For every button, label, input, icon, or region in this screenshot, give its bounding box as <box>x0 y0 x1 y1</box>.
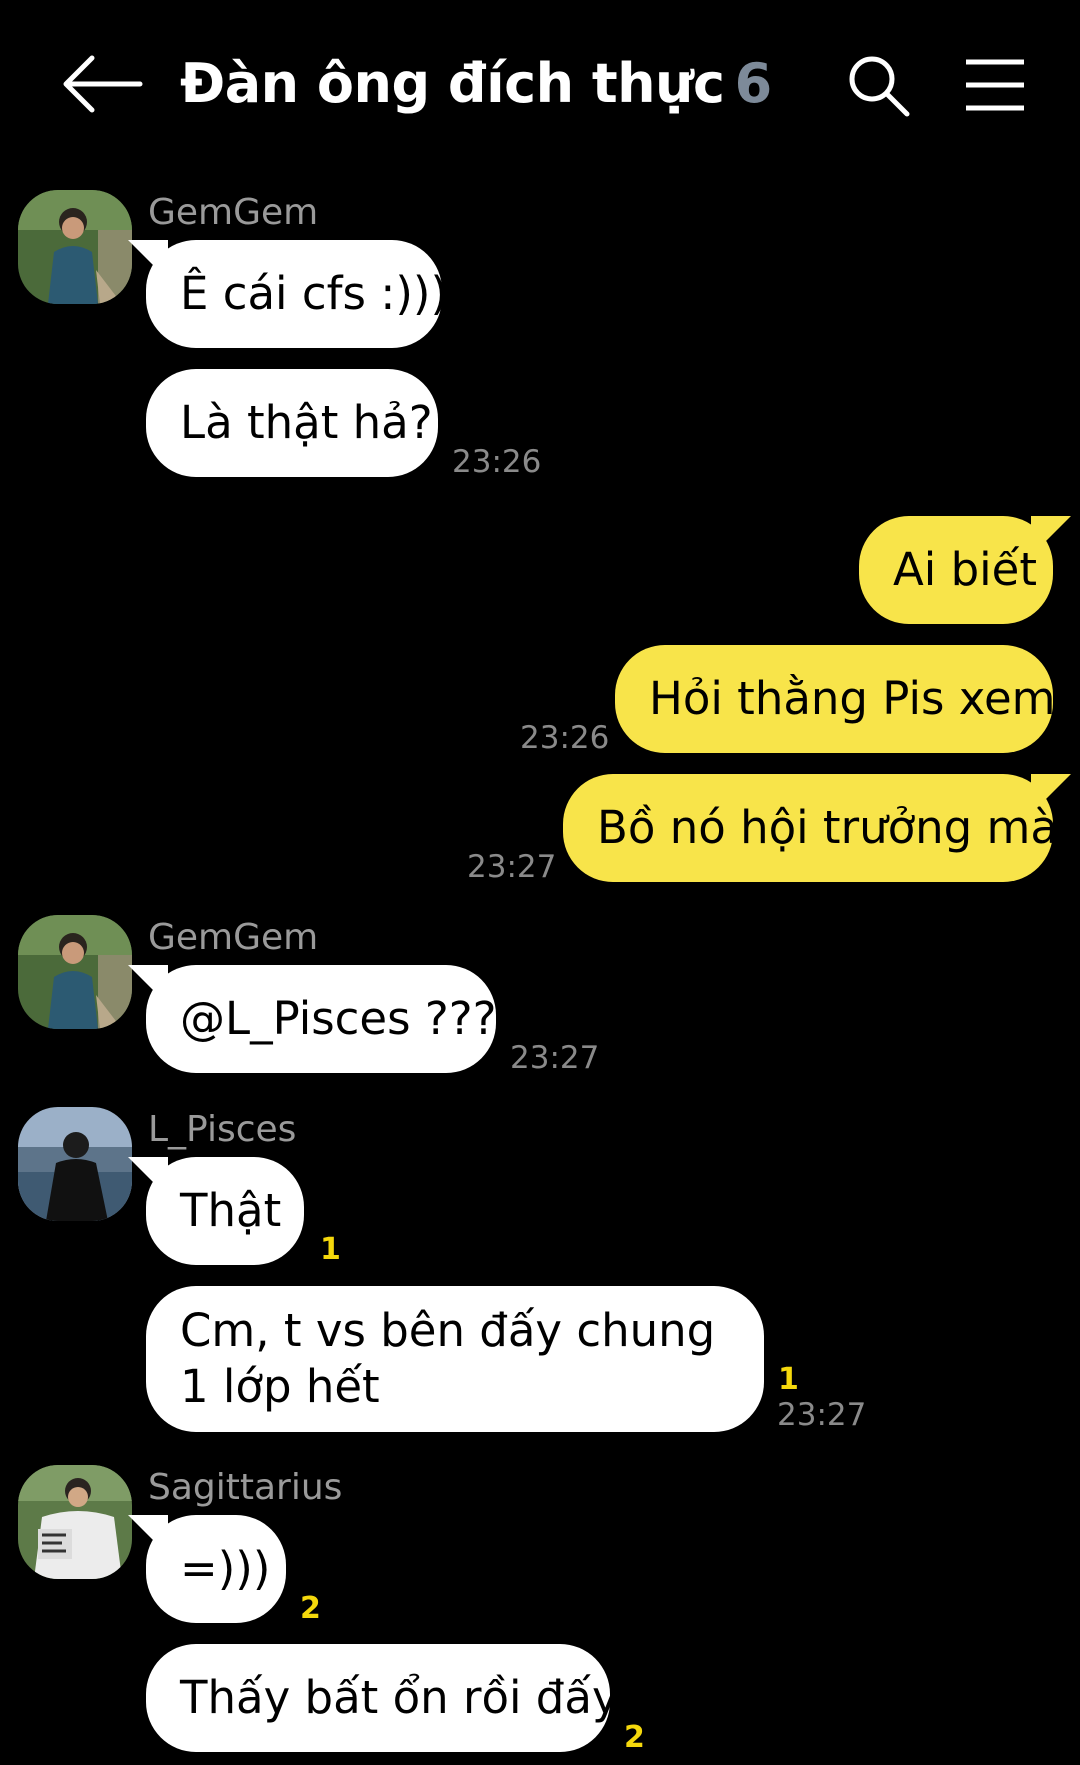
search-icon[interactable] <box>845 52 911 118</box>
message-text: Hỏi thằng Pis xem <box>649 672 1056 725</box>
avatar-sagittarius[interactable] <box>18 1465 132 1579</box>
message-time: 23:26 <box>520 720 610 756</box>
message-text: Thấy bất ổn rồi đấy <box>180 1671 619 1724</box>
avatar-gemgem[interactable] <box>18 190 132 304</box>
avatar-photo-icon <box>18 1465 132 1579</box>
avatar-photo-icon <box>18 1107 132 1221</box>
message-bubble[interactable]: =))) <box>146 1515 286 1623</box>
message-bubble[interactable]: Cm, t vs bên đấy chung 1 lớp hết <box>146 1286 764 1432</box>
message-bubble[interactable]: @L_Pisces ??? <box>146 965 497 1073</box>
message-bubble[interactable]: Thật <box>146 1157 304 1265</box>
message-text: Là thật hả? <box>180 396 433 449</box>
message-text: Thật <box>180 1184 282 1237</box>
message-text: Bồ nó hội trưởng mà <box>597 801 1058 854</box>
message-text: =))) <box>180 1542 271 1595</box>
message-text: Ai biết <box>893 543 1037 596</box>
chat-title: Đàn ông đích thực 6 <box>180 52 772 115</box>
unread-count: 2 <box>624 1720 645 1755</box>
message-bubble[interactable]: Là thật hả? <box>146 369 438 477</box>
unread-count: 2 <box>300 1591 321 1626</box>
sender-name: L_Pisces <box>148 1109 297 1150</box>
unread-count: 1 <box>320 1232 341 1267</box>
message-time: 23:27 <box>777 1397 867 1433</box>
avatar-photo-icon <box>18 915 132 1029</box>
unread-count: 1 <box>778 1362 799 1397</box>
sender-name: GemGem <box>148 192 319 233</box>
message-bubble[interactable]: Hỏi thằng Pis xem <box>615 645 1056 753</box>
message-time: 23:27 <box>510 1040 600 1076</box>
chat-header: Đàn ông đích thực 6 <box>0 0 1080 160</box>
message-text: @L_Pisces ??? <box>180 992 497 1045</box>
avatar-l-pisces[interactable] <box>18 1107 132 1221</box>
message-bubble[interactable]: Bồ nó hội trưởng mà <box>563 774 1058 882</box>
avatar-gemgem[interactable] <box>18 915 132 1029</box>
message-time: 23:27 <box>467 849 557 885</box>
sender-name: GemGem <box>148 917 319 958</box>
message-time: 23:26 <box>452 444 542 480</box>
sender-name: Sagittarius <box>148 1467 343 1508</box>
message-text: Cm, t vs bên đấy chung 1 lớp hết <box>180 1304 716 1413</box>
message-bubble[interactable]: Thấy bất ổn rồi đấy <box>146 1644 619 1752</box>
message-bubble[interactable]: Ê cái cfs :))) <box>146 240 448 348</box>
avatar-photo-icon <box>18 190 132 304</box>
back-arrow-icon[interactable] <box>58 54 148 114</box>
menu-icon[interactable] <box>962 52 1028 118</box>
group-name: Đàn ông đích thực <box>180 52 725 115</box>
message-text: Ê cái cfs :))) <box>180 267 449 320</box>
member-count: 6 <box>734 52 773 115</box>
message-bubble[interactable]: Ai biết <box>859 516 1053 624</box>
